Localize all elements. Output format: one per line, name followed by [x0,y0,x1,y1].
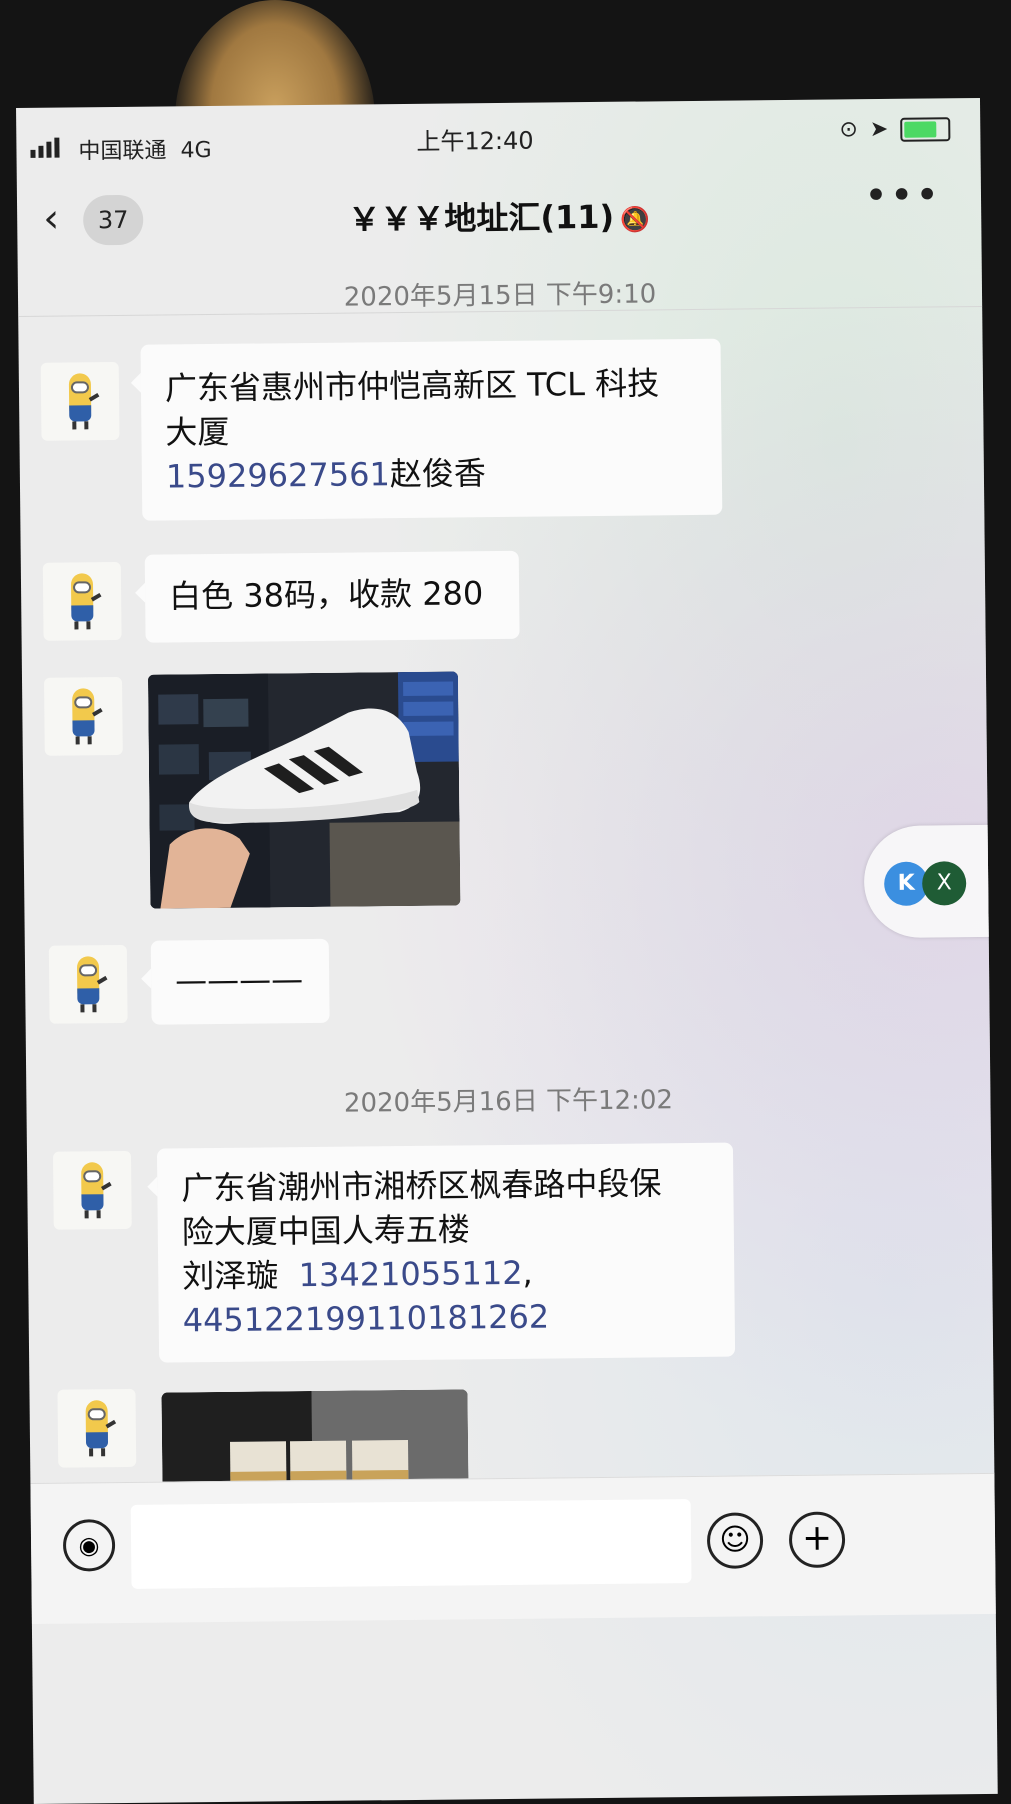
emoji-icon[interactable]: ☺ [706,1512,764,1569]
more-options-icon[interactable]: ••• [864,172,941,219]
message-text-line: 大厦 [165,412,230,452]
message-bubble-text[interactable]: 白色 38码，收款 280 [144,550,520,643]
mute-bell-icon: 🔕 [620,205,651,234]
sender-avatar[interactable] [57,1388,137,1468]
comma: , [522,1253,533,1292]
minion-avatar-icon [78,1396,117,1460]
status-icons: ⊙ ➤ [839,116,951,143]
chat-title: ￥￥￥地址汇(11) 🔕 [348,197,651,239]
message-bubble-address[interactable]: 广东省潮州市湘桥区枫春路中段保 险大厦中国人寿五楼 刘泽璇 1342105511… [156,1142,736,1363]
sender-avatar[interactable] [48,944,128,1024]
orientation-lock-icon: ⊙ [839,117,858,143]
message-timestamp: 2020年5月15日 下午9:10 [343,279,657,313]
shoe-photo [147,671,461,909]
plus-icon[interactable]: + [788,1511,846,1569]
message-text-field[interactable] [130,1499,692,1589]
close-x-icon[interactable]: X [921,861,967,906]
message-timestamp: 2020年5月16日 下午12:02 [343,1085,674,1119]
shoe-photo-message[interactable] [147,671,461,909]
minion-avatar-icon [69,952,108,1016]
message-text-line: 广东省潮州市湘桥区枫春路中段保 [181,1164,662,1208]
product-photo-message[interactable] [161,1389,469,1489]
status-bar: 中国联通 4G 上午12:40 ⊙ ➤ [16,98,981,168]
phone-screen: 中国联通 4G 上午12:40 ⊙ ➤ ‹ 37 ￥￥￥地址汇(11) 🔕 •••… [16,97,998,1804]
status-time: 上午12:40 [416,126,534,156]
minion-avatar-icon [64,684,103,748]
sender-avatar[interactable] [40,361,120,441]
sender-avatar[interactable] [42,561,122,641]
phone-link[interactable]: 13421055112 [298,1254,522,1294]
message-input-bar: ◉ ☺ + [30,1472,996,1624]
carrier-label: 中国联通 4G [78,138,212,165]
message-text-line: 广东省惠州市仲恺高新区 TCL 科技 [164,364,660,408]
message-contact-line: 刘泽璇 13421055112, [182,1249,710,1299]
sender-avatar[interactable] [43,676,123,756]
phone-link[interactable]: 15929627561 [166,455,390,495]
floating-app-widget[interactable]: K X [863,824,995,939]
minion-avatar-icon [61,369,100,433]
signal-icon [30,137,60,158]
message-bubble-address[interactable]: 广东省惠州市仲恺高新区 TCL 科技 大厦 15929627561赵俊香 [140,338,723,521]
message-contact-line: 15929627561赵俊香 [166,449,698,499]
voice-input-icon[interactable]: ◉ [62,1519,116,1572]
sender-avatar[interactable] [52,1150,132,1230]
chat-header: ‹ 37 ￥￥￥地址汇(11) 🔕 ••• [17,158,983,318]
minion-avatar-icon [73,1158,112,1222]
minion-avatar-icon [63,569,102,633]
id-number-link[interactable]: 445122199110181262 [183,1293,711,1343]
contact-name: 赵俊香 [389,454,487,494]
location-icon: ➤ [869,116,889,143]
message-bubble-text[interactable]: ———— [150,938,330,1025]
battery-icon [900,116,951,142]
message-text-line: 险大厦中国人寿五楼 [181,1210,471,1252]
product-photo [161,1389,469,1489]
contact-name: 刘泽璇 [182,1256,279,1296]
